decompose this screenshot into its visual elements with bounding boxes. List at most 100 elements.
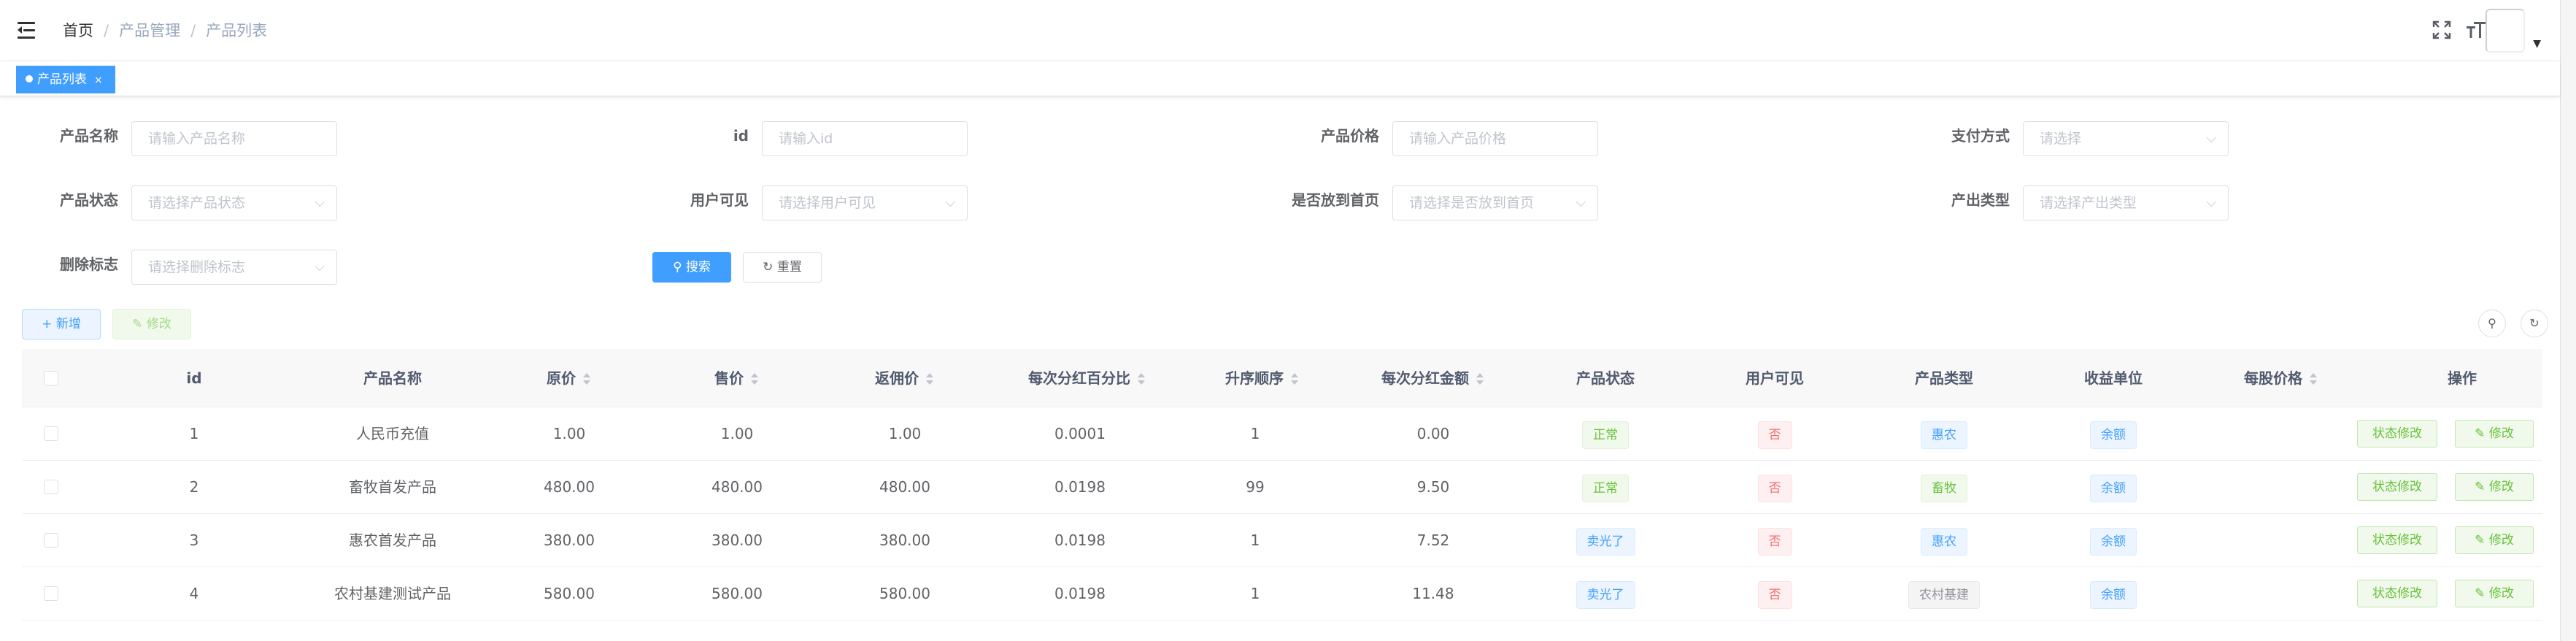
search-icon: ⚲: [2488, 316, 2496, 330]
cell-order: 1: [1250, 425, 1260, 442]
sort-icon[interactable]: [749, 372, 760, 387]
tag-product-list[interactable]: 产品列表 ×: [16, 66, 115, 93]
cell-order: 99: [1246, 478, 1265, 496]
status-edit-button[interactable]: 状态修改: [2357, 473, 2437, 501]
row-edit-button[interactable]: ✎ 修改: [2455, 420, 2534, 448]
toggle-search-button[interactable]: ⚲: [2478, 310, 2506, 337]
th-user-visible: 用户可见: [1746, 369, 1804, 387]
chevron-down-icon: ⌵: [945, 195, 955, 210]
cell-amount: 7.52: [1416, 531, 1450, 549]
type-tag: 畜牧: [1921, 474, 1967, 502]
row-checkbox[interactable]: [44, 533, 58, 548]
hamburger-icon[interactable]: [18, 22, 38, 39]
type-tag: 惠农: [1921, 527, 1967, 556]
price-input[interactable]: 请输入产品价格: [1392, 121, 1598, 156]
search-button[interactable]: ⚲ 搜索: [652, 252, 731, 283]
cell-share-price: [2201, 407, 2361, 460]
avatar-image[interactable]: [2486, 9, 2525, 53]
unit-cell: 余额: [2040, 514, 2186, 567]
cell-original: 580.00: [544, 585, 595, 602]
product-name-input[interactable]: 请输入产品名称: [131, 121, 337, 156]
cell-original: 1.00: [552, 425, 586, 442]
th-dividend-percent[interactable]: 每次分红百分比: [971, 349, 1204, 407]
type-tag: 农村基建: [1908, 580, 1980, 609]
sort-icon[interactable]: [2308, 372, 2318, 387]
sort-icon[interactable]: [1136, 372, 1146, 387]
row-edit-button[interactable]: ✎ 修改: [2455, 526, 2534, 554]
refresh-icon: ↻: [2529, 316, 2540, 330]
status-edit-button[interactable]: 状态修改: [2357, 420, 2437, 448]
on-home-select[interactable]: 请选择是否放到首页 ⌵: [1392, 185, 1598, 220]
edit-icon: ✎: [2475, 480, 2489, 494]
label-delete-flag: 删除标志: [60, 256, 118, 273]
cell-amount: 0.00: [1416, 425, 1450, 442]
th-original-price[interactable]: 原价: [496, 349, 642, 407]
fullscreen-icon[interactable]: [2432, 20, 2452, 41]
sort-icon[interactable]: [1475, 372, 1485, 387]
unit-cell: 余额: [2040, 407, 2186, 460]
close-icon[interactable]: ×: [94, 74, 103, 86]
row-checkbox[interactable]: [44, 586, 58, 601]
th-share-price[interactable]: 每股价格: [2201, 349, 2361, 407]
delete-flag-select[interactable]: 请选择删除标志 ⌵: [131, 250, 337, 285]
status-tag: 卖光了: [1576, 527, 1635, 556]
visible-cell: 否: [1702, 461, 1848, 513]
th-product-name: 产品名称: [363, 369, 422, 387]
th-sale-price[interactable]: 售价: [664, 349, 810, 407]
edit-icon: ✎: [2475, 533, 2489, 548]
output-type-select[interactable]: 请选择产出类型 ⌵: [2023, 185, 2229, 220]
th-dividend-amount[interactable]: 每次分红金额: [1324, 349, 1543, 407]
cell-rebate: 580.00: [879, 585, 930, 602]
label-price: 产品价格: [1321, 127, 1379, 145]
breadcrumb-home[interactable]: 首页: [63, 22, 93, 39]
visible-tag: 否: [1757, 580, 1792, 609]
search-icon: ⚲: [673, 260, 682, 275]
reset-button[interactable]: ↻ 重置: [743, 252, 822, 283]
row-checkbox[interactable]: [44, 480, 58, 494]
cell-share-price: [2201, 461, 2361, 513]
row-edit-button[interactable]: ✎ 修改: [2455, 473, 2534, 501]
cell-amount: 11.48: [1412, 585, 1454, 602]
refresh-button[interactable]: ↻: [2521, 310, 2548, 337]
edit-icon: ✎: [2475, 426, 2489, 441]
cell-share-price: [2201, 514, 2361, 567]
chevron-down-icon: ⌵: [315, 259, 325, 275]
status-edit-button[interactable]: 状态修改: [2357, 580, 2437, 607]
chevron-down-icon: ⌵: [2206, 131, 2216, 146]
status-select[interactable]: 请选择产品状态 ⌵: [131, 185, 337, 220]
plus-icon: +: [42, 317, 53, 331]
table-row: 3 惠农首发产品 380.00 380.00 380.00 0.0198 1 7.52 卖光了 否…: [22, 514, 2542, 567]
unit-tag: 余额: [2090, 474, 2137, 502]
label-status: 产品状态: [60, 191, 118, 209]
status-edit-button[interactable]: 状态修改: [2357, 526, 2437, 554]
cell-percent: 0.0198: [1054, 531, 1106, 549]
status-tag: 正常: [1582, 474, 1629, 502]
table-row: 4 农村基建测试产品 580.00 580.00 580.00 0.0198 1 11.48 卖…: [22, 567, 2542, 621]
page-scrollbar[interactable]: [2560, 0, 2576, 641]
cell-amount: 9.50: [1416, 478, 1450, 496]
cell-sale: 480.00: [712, 478, 763, 496]
row-checkbox[interactable]: [44, 426, 58, 441]
caret-down-icon[interactable]: ▼: [2533, 38, 2541, 50]
chevron-down-icon: ⌵: [315, 195, 325, 210]
status-tag: 卖光了: [1576, 580, 1635, 609]
sort-icon[interactable]: [582, 372, 592, 387]
select-all-checkbox[interactable]: [44, 371, 58, 385]
th-rebate-price[interactable]: 返佣价: [832, 349, 978, 407]
th-actions: 操作: [2448, 369, 2477, 387]
visible-cell: 否: [1702, 407, 1848, 460]
pay-method-select[interactable]: 请选择 ⌵: [2023, 121, 2229, 156]
font-size-icon[interactable]: [2467, 20, 2487, 41]
row-edit-button[interactable]: ✎ 修改: [2455, 580, 2534, 607]
navbar: 首页 / 产品管理 / 产品列表 ▼: [0, 0, 2576, 61]
cell-name: 人民币充值: [356, 425, 429, 442]
unit-tag: 余额: [2090, 580, 2137, 609]
add-button[interactable]: + 新增: [22, 309, 101, 339]
sort-icon[interactable]: [925, 372, 935, 387]
th-product-status: 产品状态: [1576, 369, 1635, 387]
user-visible-select[interactable]: 请选择用户可见 ⌵: [762, 185, 968, 220]
id-input[interactable]: 请输入id: [762, 121, 968, 156]
cell-sale: 380.00: [712, 531, 763, 549]
edit-button[interactable]: ✎ 修改: [112, 309, 191, 339]
sort-icon[interactable]: [1289, 372, 1300, 387]
